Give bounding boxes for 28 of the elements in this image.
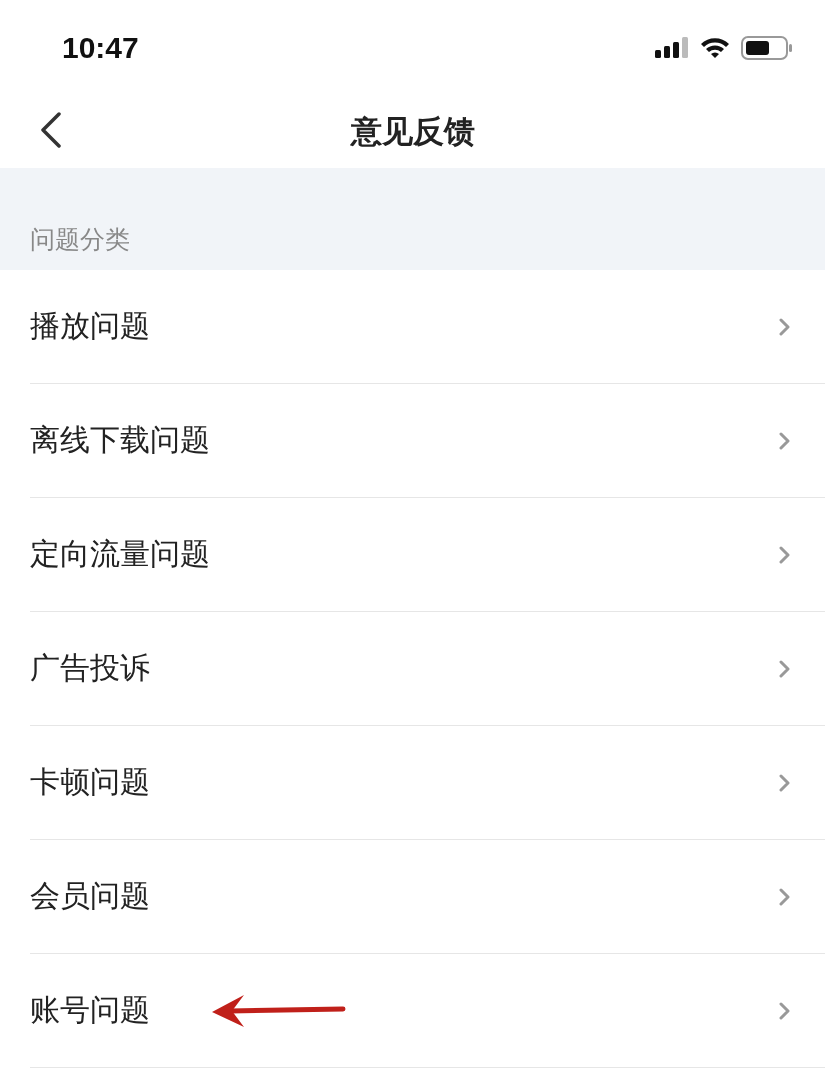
item-label: 会员问题 — [30, 877, 150, 915]
list-item[interactable]: 定向流量问题 — [30, 498, 825, 612]
item-label: 播放问题 — [30, 307, 150, 345]
list-item[interactable]: 账号问题 — [30, 954, 825, 1068]
back-button[interactable] — [40, 112, 62, 148]
list-item[interactable]: 卡顿问题 — [30, 726, 825, 840]
list-item[interactable]: 离线下载问题 — [30, 384, 825, 498]
page-title: 意见反馈 — [350, 111, 475, 151]
item-label: 广告投诉 — [30, 649, 150, 687]
chevron-icon — [779, 545, 791, 564]
chevron-icon — [779, 773, 791, 792]
signal-icon — [655, 35, 689, 60]
wifi-icon — [699, 35, 731, 60]
list-item[interactable]: 广告投诉 — [30, 612, 825, 726]
section-label: 问题分类 — [30, 224, 130, 256]
item-label: 账号问题 — [30, 991, 150, 1029]
chevron-icon — [779, 659, 791, 678]
chevron-icon — [779, 317, 791, 336]
list-item[interactable]: 会员问题 — [30, 840, 825, 954]
item-label: 定向流量问题 — [30, 535, 210, 573]
chevron-icon — [779, 887, 791, 906]
battery-icon — [741, 35, 793, 60]
chevron-icon — [779, 431, 791, 450]
item-label: 离线下载问题 — [30, 421, 210, 459]
chevron-icon — [779, 1001, 791, 1020]
status-time: 10:47 — [62, 30, 139, 65]
list-item[interactable]: 播放问题 — [30, 270, 825, 384]
item-label: 卡顿问题 — [30, 763, 150, 801]
